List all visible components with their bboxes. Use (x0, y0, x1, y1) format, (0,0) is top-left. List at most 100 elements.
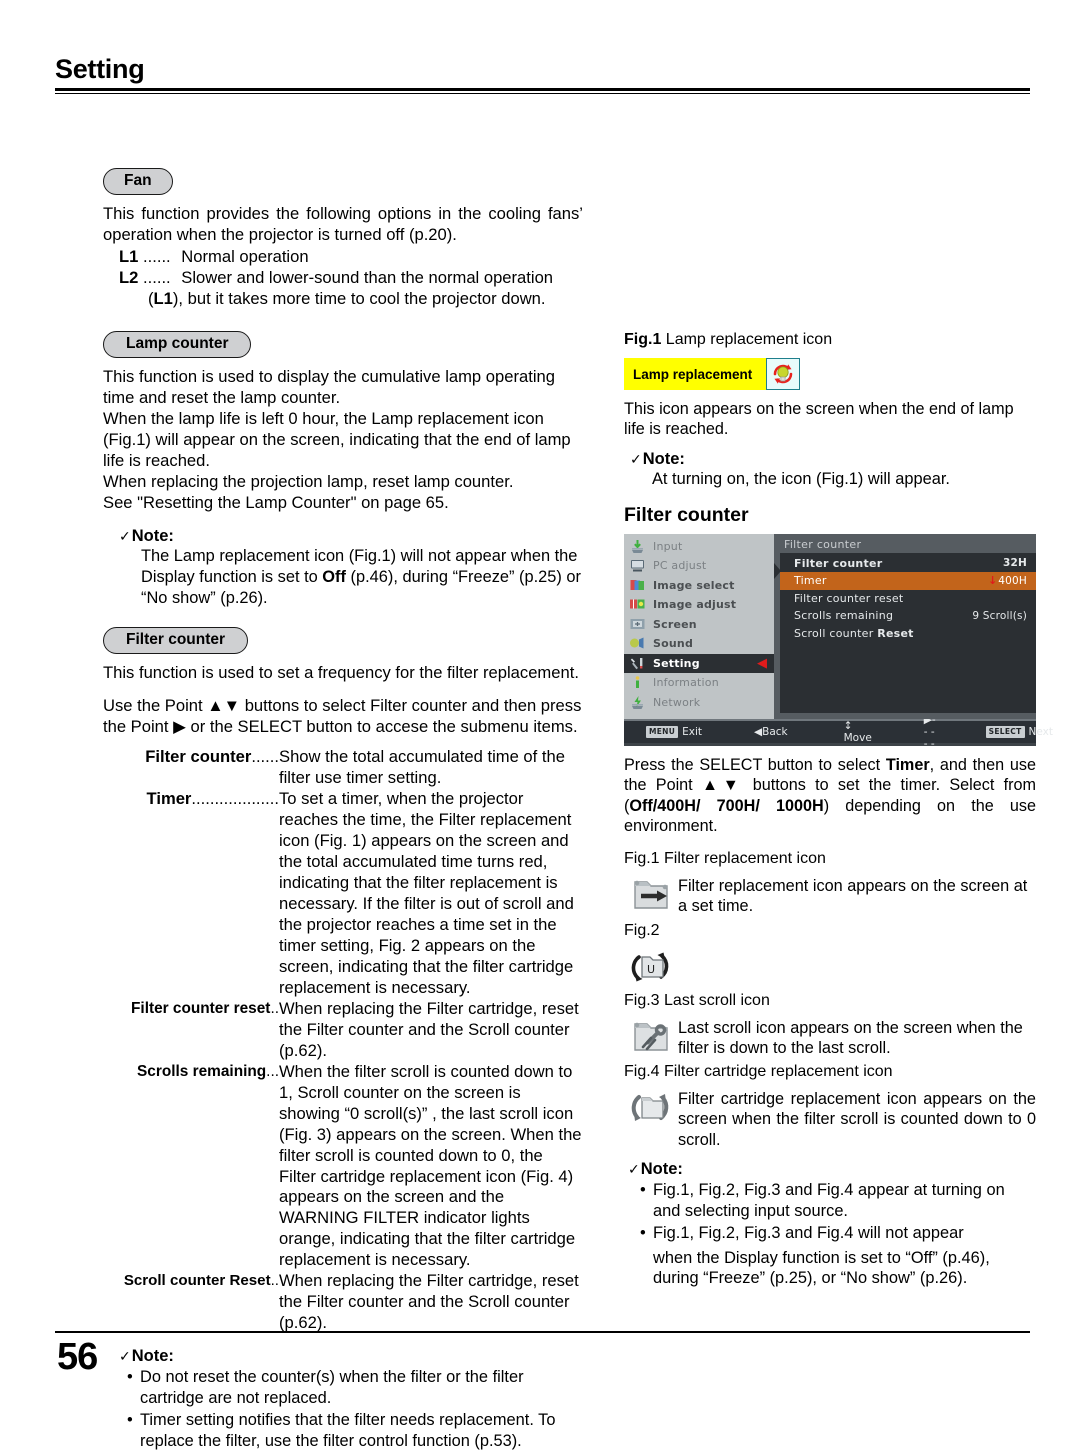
note-heading: ✓Note: (628, 1160, 1036, 1179)
definition-desc: Show the total accumulated time of the f… (279, 746, 565, 787)
sidebar-item-screen[interactable]: Screen (624, 615, 774, 635)
sidebar-item-setting[interactable]: Setting ◀ (624, 653, 774, 674)
fan-l2-post: ), but it takes more time to cool the pr… (172, 289, 546, 309)
osd-bar-label: ↕ Move (843, 719, 872, 744)
osd-bar-move[interactable]: ↕ Move (844, 720, 872, 744)
definition-desc: When the filter scroll is counted down t… (279, 1061, 582, 1270)
osd-row-scroll-counter-reset[interactable]: Scroll counter Reset (780, 625, 1036, 643)
definition-term: Filter counter reset.. (103, 999, 279, 1018)
fan-option-l2-dots: ...... (143, 268, 171, 288)
osd-row-scrolls-remaining[interactable]: Scrolls remaining 9 Scroll(s) (780, 607, 1036, 625)
fig4-text: Filter cartridge replacement icon appear… (678, 1089, 1036, 1149)
osd-bar-label: ◀Back (754, 725, 788, 738)
page-header: Setting (55, 56, 1030, 94)
filter-cartridge-u-icon: U (624, 944, 678, 988)
def-term-dots: ...... (251, 746, 279, 766)
def-term-dots: .. (270, 999, 279, 1017)
note-label: Note: (642, 449, 685, 468)
chevron-left-icon: ◀ (757, 655, 767, 671)
sidebar-item-input[interactable]: Input (624, 537, 774, 557)
filter-counter-para1: This function is used to set a frequency… (103, 662, 579, 682)
osd-row-label-b: Reset (877, 626, 914, 640)
sidebar-item-label: Screen (653, 617, 697, 631)
fan-intro: This function provides the following opt… (103, 204, 583, 245)
fig1-lamp-block: Fig.1 Lamp replacement icon Lamp replace… (624, 330, 1036, 490)
checkmark-icon: ✓ (119, 1348, 131, 1365)
def-term-text: Scroll counter Reset (123, 1272, 271, 1290)
note-bullet: • Timer setting notifies that the filter… (127, 1410, 583, 1451)
osd-main-panel: Filter counter Filter counter 32H Timer … (774, 533, 1036, 719)
osd-row-value: 32H (1003, 557, 1027, 570)
point-arrows-icon: ▲▼ (701, 776, 744, 795)
fig1-filter-label: Fig.1 Filter replacement icon (624, 849, 826, 867)
osd-row-label: Timer (794, 574, 827, 588)
definition-row: Scroll counter Reset.. When replacing th… (103, 1271, 583, 1334)
definition-row: Timer................... To set a timer,… (103, 789, 583, 999)
note-bullet: • Do not reset the counter(s) when the f… (127, 1367, 583, 1409)
osd-instruction: Press the SELECT button to select Timer,… (624, 755, 1036, 837)
fig4-label: Fig.4 Filter cartridge replacement icon (624, 1062, 893, 1080)
sidebar-item-label: Image adjust (653, 598, 737, 612)
fig2-label: Fig.2 (624, 921, 660, 939)
fig4-row: Filter cartridge replacement icon appear… (624, 1085, 1036, 1151)
osd-bar-next[interactable]: SELECT Next (985, 725, 1053, 738)
lamp-replacement-banner-text: Lamp replacement (624, 358, 766, 390)
select-key-icon: SELECT (985, 725, 1025, 738)
lamp-counter-note-body: The Lamp replacement icon (Fig.1) will n… (141, 546, 583, 608)
sidebar-item-information[interactable]: Information (624, 673, 774, 693)
setting-icon (630, 657, 643, 670)
sidebar-item-image-select[interactable]: Image select (624, 576, 774, 596)
instr-opts1: Off/ (629, 796, 658, 815)
def-term-text: Filter counter reset (131, 999, 271, 1017)
fig3-text: Last scroll icon appears on the screen w… (678, 1018, 1023, 1058)
def-term-dots: .. (270, 1272, 279, 1290)
osd-bar-exit[interactable]: MENU Exit (646, 725, 702, 738)
header-rule (55, 88, 1030, 94)
sidebar-item-pc-adjust[interactable]: PC adjust (624, 556, 774, 576)
fig1-lamp-caption: This icon appears on the screen when the… (624, 400, 1014, 439)
osd-bar-back[interactable]: ◀Back (754, 726, 788, 738)
definition-row: Scrolls remaining... When the filter scr… (103, 1062, 583, 1272)
osd-body: Input PC adjust Image select Image adjus… (624, 533, 1036, 719)
point-right-arrow-icon: ▶ (173, 716, 186, 736)
note-label: Note: (640, 1160, 683, 1179)
osd-row-timer[interactable]: Timer ↓ 400H (780, 572, 1036, 590)
osd-menu[interactable]: Input PC adjust Image select Image adjus… (624, 533, 1053, 750)
sidebar-item-network[interactable]: Network (624, 693, 774, 713)
osd-sidebar[interactable]: Input PC adjust Image select Image adjus… (624, 533, 781, 719)
down-arrow-icon: ↓ (988, 574, 998, 588)
instr-a: Press the SELECT button to select (624, 755, 886, 774)
fig1-lamp-note-text: At turning on, the icon (Fig.1) will app… (652, 469, 950, 488)
note-heading: ✓Note: (630, 450, 1036, 469)
note-bullet-list: • Do not reset the counter(s) when the f… (127, 1367, 583, 1451)
osd-row-value: 9 Scroll(s) (972, 609, 1027, 622)
note-bullet-text: Do not reset the counter(s) when the fil… (140, 1368, 524, 1408)
def-term-text: Filter counter (145, 746, 252, 766)
fig1-lamp-label: Fig.1 Lamp replacement icon (624, 330, 1036, 350)
fig1-label-bold: Fig.1 (624, 331, 662, 348)
fig3-row: Last scroll icon appears on the screen w… (624, 1014, 1036, 1059)
sidebar-item-label: Sound (653, 637, 694, 651)
screen-icon (630, 618, 645, 629)
lamp-replacement-banner: Lamp replacement (624, 358, 800, 390)
osd-panel-heading: Filter counter (784, 537, 862, 551)
note-text-bold: Off (322, 568, 346, 587)
osd-row-filter-counter-reset[interactable]: Filter counter reset (780, 590, 1036, 608)
fig1-filter-text: Filter replacement icon appears on the s… (678, 876, 1028, 916)
section-pill-filter-counter: Filter counter (103, 626, 249, 654)
lamp-replacement-icon (766, 358, 800, 390)
point-arrows-icon: ▲▼ (207, 695, 241, 715)
osd-option-list[interactable]: Filter counter 32H Timer ↓ 400H Filter c… (774, 552, 1036, 713)
osd-bar-adjust[interactable]: ▶- - - - - (924, 714, 936, 750)
def-term-dots: ................... (191, 788, 279, 808)
sidebar-item-sound[interactable]: Sound (624, 634, 774, 654)
osd-bottom-bar: MENU Exit ◀Back ↕ Move ▶- - - - - SELECT N… (624, 714, 1053, 750)
information-icon (635, 676, 640, 689)
bullet-dot-icon: • (640, 1181, 646, 1200)
osd-row-filter-counter[interactable]: Filter counter 32H (780, 555, 1036, 573)
sidebar-item-image-adjust[interactable]: Image adjust (624, 595, 774, 615)
section-fan: Fan This function provides the following… (103, 168, 583, 310)
lamp-counter-para2: When the lamp life is left 0 hour, the L… (103, 409, 571, 471)
instr-timer: Timer (885, 755, 930, 774)
checkmark-icon: ✓ (630, 450, 642, 467)
